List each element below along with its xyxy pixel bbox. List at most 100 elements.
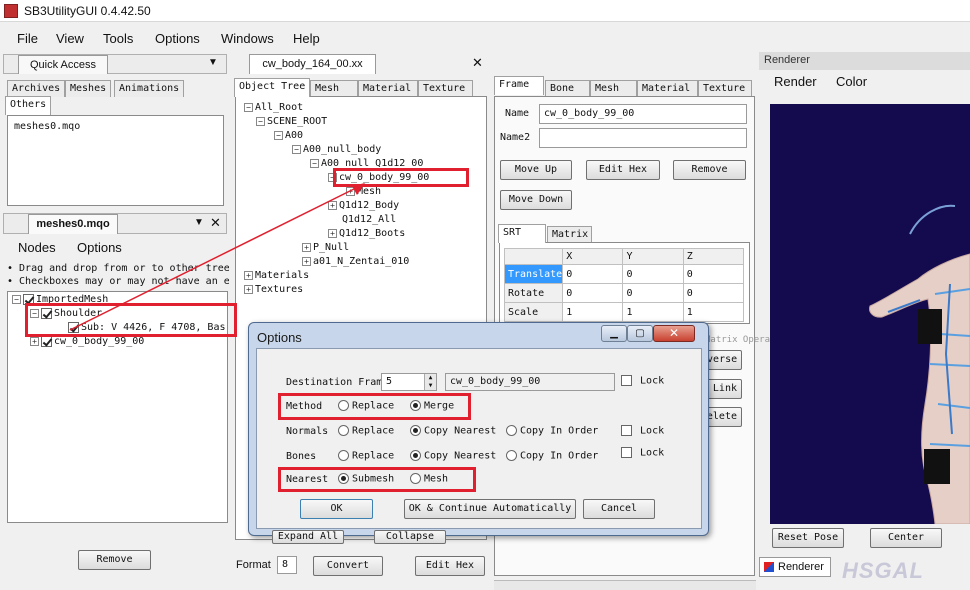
tab-others[interactable]: Others: [5, 96, 52, 115]
tab-srt[interactable]: SRT: [498, 224, 546, 243]
tab-object-tree[interactable]: Object Tree: [234, 78, 311, 97]
cell[interactable]: 1: [562, 302, 624, 322]
tree-node[interactable]: − A00_null_Q1d12_00: [310, 157, 423, 171]
lock-checkbox-3[interactable]: Lock: [621, 447, 664, 459]
tab-frame[interactable]: Frame: [494, 76, 544, 95]
move-down-button[interactable]: Move Down: [500, 190, 572, 210]
expand-icon[interactable]: +: [244, 270, 253, 280]
radio[interactable]: [338, 425, 349, 436]
doc-tab[interactable]: cw_body_164_00.xx: [249, 54, 376, 74]
close-icon[interactable]: ✕: [653, 325, 695, 342]
tree-node[interactable]: − A00_null_body: [292, 143, 381, 157]
radio[interactable]: [338, 400, 349, 411]
mqo-menu-nodes[interactable]: Nodes: [18, 240, 56, 255]
normals-replace-radio[interactable]: Replace: [338, 425, 394, 437]
reset-pose-button[interactable]: Reset Pose: [772, 528, 844, 548]
convert-button[interactable]: Convert: [313, 556, 383, 576]
name-field[interactable]: cw_0_body_99_00: [539, 104, 747, 124]
tree-node[interactable]: − SCENE_ROOT: [256, 115, 327, 129]
renderer-viewport[interactable]: [770, 104, 970, 524]
radio[interactable]: [506, 425, 517, 436]
checkbox[interactable]: [68, 321, 79, 333]
mqo-menu-options[interactable]: Options: [77, 240, 122, 255]
table-row[interactable]: Scale 1 1 1: [503, 302, 745, 322]
method-merge-radio[interactable]: Merge: [410, 400, 454, 412]
expand-icon[interactable]: +: [30, 336, 39, 346]
checkbox[interactable]: [621, 375, 632, 386]
tree-node[interactable]: + Q1d12_Boots: [328, 227, 405, 241]
close-icon[interactable]: ✕: [472, 55, 483, 71]
lock-checkbox-1[interactable]: Lock: [621, 375, 664, 387]
table-row[interactable]: Rotate 0 0 0: [503, 283, 745, 303]
tree-node-selected[interactable]: − cw_0_body_99_00: [328, 171, 429, 185]
tab-material[interactable]: Material: [358, 80, 418, 97]
menu-help[interactable]: Help: [293, 31, 320, 46]
radio[interactable]: [338, 450, 349, 461]
cell[interactable]: 0: [682, 264, 745, 284]
cell[interactable]: 0: [682, 283, 745, 303]
radio[interactable]: [410, 450, 421, 461]
tab-frame-texture[interactable]: Texture: [698, 80, 752, 97]
bones-replace-radio[interactable]: Replace: [338, 450, 394, 462]
cell[interactable]: 1: [622, 302, 684, 322]
tab-animations[interactable]: Animations: [114, 80, 185, 97]
collapse-button[interactable]: Collapse: [374, 530, 446, 544]
tab-mesh[interactable]: Mesh: [310, 80, 358, 97]
ok-button[interactable]: OK: [300, 499, 373, 519]
tree-node[interactable]: Q1d12_All: [342, 213, 396, 227]
frame-remove-button[interactable]: Remove: [673, 160, 746, 180]
collapse-icon[interactable]: −: [292, 144, 301, 154]
collapse-icon[interactable]: −: [244, 102, 253, 112]
normals-copy-nearest-radio[interactable]: Copy Nearest: [410, 425, 496, 437]
tab-frame-mesh[interactable]: Mesh: [590, 80, 637, 97]
quick-access-tab[interactable]: Quick Access: [18, 55, 108, 74]
expand-icon[interactable]: +: [244, 284, 253, 294]
name2-field[interactable]: [539, 128, 747, 148]
center-button[interactable]: Center: [870, 528, 942, 548]
expand-all-button[interactable]: Expand All: [272, 530, 344, 544]
tab-meshes[interactable]: Meshes: [65, 80, 112, 97]
row-label[interactable]: Translate: [503, 264, 564, 284]
collapse-icon[interactable]: −: [274, 130, 283, 140]
tree-node-submesh[interactable]: Sub: V 4426, F 4708, Bas: [68, 321, 226, 335]
expand-icon[interactable]: +: [346, 186, 355, 196]
remove-button[interactable]: Remove: [78, 550, 151, 570]
menu-windows[interactable]: Windows: [221, 31, 274, 46]
checkbox[interactable]: [23, 293, 34, 305]
cell[interactable]: 0: [622, 264, 684, 284]
tree-node[interactable]: + a01_N_Zentai_010: [302, 255, 409, 269]
expand-icon[interactable]: +: [328, 228, 337, 238]
maximize-button[interactable]: ▢: [627, 325, 653, 342]
renderer-menu-color[interactable]: Color: [836, 74, 867, 89]
collapse-icon[interactable]: −: [30, 308, 39, 318]
tree-node[interactable]: + Textures: [244, 283, 303, 297]
nearest-submesh-radio[interactable]: Submesh: [338, 473, 394, 485]
cancel-button[interactable]: Cancel: [583, 499, 655, 519]
renderer-menu-render[interactable]: Render: [774, 74, 817, 89]
edit-hex-button[interactable]: Edit Hex: [586, 160, 660, 180]
tree-node[interactable]: + Materials: [244, 269, 309, 283]
move-up-button[interactable]: Move Up: [500, 160, 572, 180]
cell[interactable]: 1: [682, 302, 745, 322]
bones-copy-in-order-radio[interactable]: Copy In Order: [506, 450, 598, 462]
tab-frame-material[interactable]: Material: [637, 80, 698, 97]
radio[interactable]: [410, 425, 421, 436]
tree-node-shoulder[interactable]: − Shoulder: [30, 307, 102, 321]
minimize-button[interactable]: ▁: [601, 325, 627, 342]
row-label[interactable]: Scale: [503, 302, 564, 322]
table-row[interactable]: Translate 0 0 0: [503, 264, 745, 284]
method-replace-radio[interactable]: Replace: [338, 400, 394, 412]
menu-tools[interactable]: Tools: [103, 31, 133, 46]
expand-icon[interactable]: +: [302, 256, 311, 266]
menu-file[interactable]: File: [17, 31, 38, 46]
tree-node-cw-body[interactable]: + cw_0_body_99_00: [30, 335, 144, 349]
chevron-down-icon[interactable]: ▼: [208, 57, 218, 68]
normals-copy-in-order-radio[interactable]: Copy In Order: [506, 425, 598, 437]
checkbox[interactable]: [41, 307, 52, 319]
tree-node[interactable]: − A00: [274, 129, 303, 143]
menu-view[interactable]: View: [56, 31, 84, 46]
expand-icon[interactable]: +: [302, 242, 311, 252]
chevron-down-icon[interactable]: ▼: [194, 217, 204, 228]
checkbox[interactable]: [621, 447, 632, 458]
radio[interactable]: [338, 473, 349, 484]
